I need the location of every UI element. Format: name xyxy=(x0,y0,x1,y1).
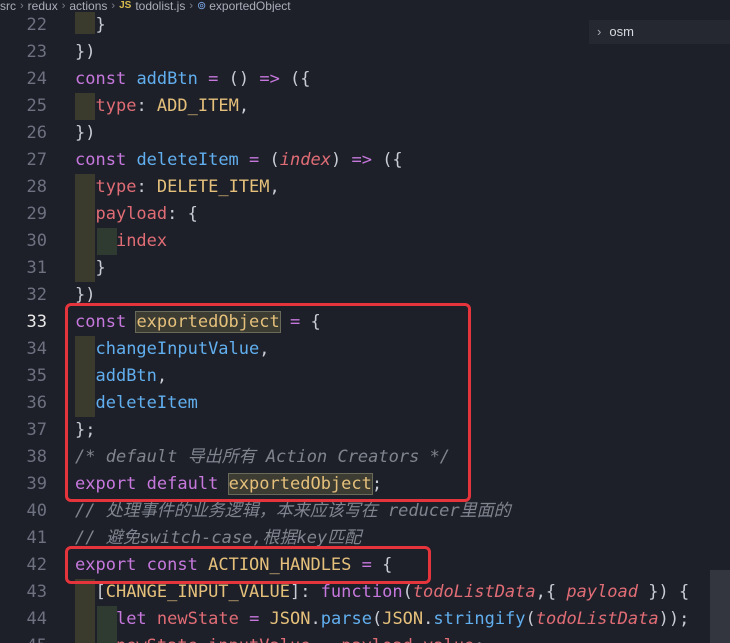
breadcrumb-redux[interactable]: redux xyxy=(28,0,58,12)
code-line: index xyxy=(115,231,168,251)
line-number: 25 xyxy=(26,96,47,116)
breadcrumb-src[interactable]: src xyxy=(0,0,16,12)
chevron-right-icon: › xyxy=(20,0,24,12)
line-number: 40 xyxy=(26,501,47,521)
line-number: 26 xyxy=(26,123,47,143)
line-number: 41 xyxy=(26,528,47,548)
code-line: let newState = JSON.parse(JSON.stringify… xyxy=(115,609,690,629)
line-number: 27 xyxy=(26,150,47,170)
code-line: } xyxy=(75,15,106,35)
chevron-right-icon: › xyxy=(111,0,116,12)
code-line: type: DELETE_ITEM, xyxy=(95,177,280,197)
vertical-scrollbar-thumb[interactable] xyxy=(710,570,730,643)
line-number: 30 xyxy=(26,231,47,251)
code-comment: // 处理事件的业务逻辑，本来应该写在 reducer里面的 xyxy=(75,501,511,521)
line-number: 35 xyxy=(26,366,47,386)
line-number-active: 33 xyxy=(26,312,47,332)
line-number: 42 xyxy=(26,555,47,575)
line-number: 24 xyxy=(26,69,47,89)
symbol-object-icon: ⊚ xyxy=(197,0,207,12)
chevron-right-icon: › xyxy=(189,0,194,12)
line-number: 39 xyxy=(26,474,47,494)
line-number: 45 xyxy=(0,633,47,643)
line-number: 38 xyxy=(26,447,47,467)
line-number: 22 xyxy=(26,15,47,35)
line-number: 28 xyxy=(26,177,47,197)
outline-label: osm xyxy=(609,24,634,39)
line-number: 34 xyxy=(26,339,47,359)
chevron-right-icon: › xyxy=(597,24,602,39)
line-number: 32 xyxy=(26,285,47,305)
code-line: }) xyxy=(75,123,96,143)
line-number: 23 xyxy=(26,42,47,62)
code-line: const deleteItem = (index) => ({ xyxy=(75,150,403,170)
code-line: type: ADD_ITEM, xyxy=(95,96,250,116)
breadcrumb-actions[interactable]: actions xyxy=(69,0,107,12)
line-number: 29 xyxy=(26,204,47,224)
breadcrumb: src › redux › actions › JS todolist.js › ⊚ exporte… xyxy=(0,0,730,12)
code-line: newState.inputValue = payload.value; xyxy=(75,633,485,643)
js-file-icon: JS xyxy=(119,0,132,11)
highlight-box-action-handles xyxy=(65,546,431,584)
line-number: 36 xyxy=(26,393,47,413)
code-line: payload: { xyxy=(95,204,198,224)
chevron-right-icon: › xyxy=(61,0,66,12)
breadcrumb-file[interactable]: todolist.js xyxy=(135,0,185,12)
highlight-box-export-object xyxy=(65,303,471,502)
code-line: } xyxy=(75,258,106,278)
code-line: }) xyxy=(75,42,96,62)
line-number: 43 xyxy=(26,582,47,602)
code-line: const addBtn = () => ({ xyxy=(75,69,311,89)
line-number: 31 xyxy=(26,258,47,278)
line-number: 44 xyxy=(26,609,47,629)
outline-item[interactable]: › osm xyxy=(589,20,730,44)
line-number: 37 xyxy=(26,420,47,440)
breadcrumb-symbol[interactable]: exportedObject xyxy=(209,0,290,12)
